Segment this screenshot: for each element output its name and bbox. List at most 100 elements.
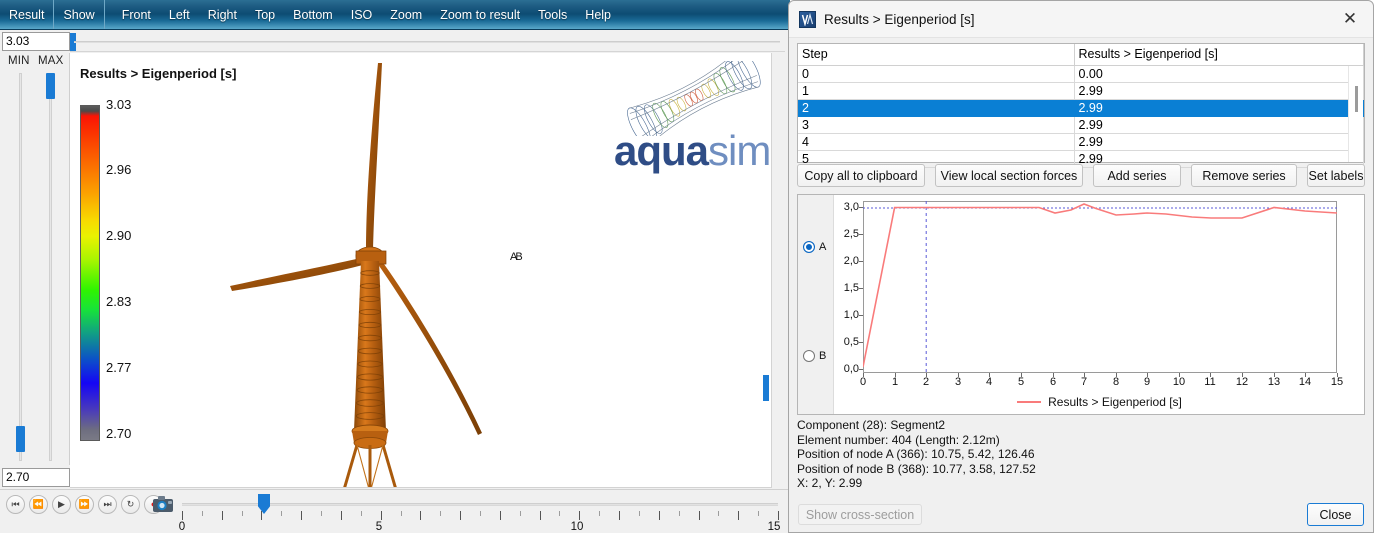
remove-series-button[interactable]: Remove series [1191,164,1297,187]
results-table-container[interactable]: Step Results > Eigenperiod [s] 0 0.00 1 … [797,43,1365,168]
timeline-tick-label-5: 5 [375,521,383,533]
timeline-tick [360,511,362,516]
info-element-number: Element number: 404 (Length: 2.12m) [797,432,1000,447]
menu-item-bottom[interactable]: Bottom [284,0,342,29]
step-forward-button[interactable]: ⏩ [75,495,94,514]
3d-viewport[interactable]: Results > Eigenperiod [s] 3.03 2.96 2.90… [70,53,772,488]
x-tick-label-8: 8 [1112,376,1120,388]
menu-item-show[interactable]: Show [54,0,105,29]
skip-to-start-button[interactable]: ⏮ [6,495,25,514]
menu-item-tools[interactable]: Tools [529,0,576,29]
add-series-button[interactable]: Add series [1093,164,1181,187]
play-button[interactable]: ▶ [52,495,71,514]
timeline-marker[interactable] [258,494,270,514]
table-scrollbar-thumb[interactable] [1355,86,1358,112]
close-button[interactable]: Close [1307,503,1364,526]
camera-icon [153,496,173,512]
menu-label: Zoom to result [440,7,521,22]
results-table: Step Results > Eigenperiod [s] 0 0.00 1 … [798,44,1364,168]
loop-button[interactable]: ↻ [121,495,140,514]
timeline-tick [599,511,601,516]
table-row-selected[interactable]: 2 2.99 [798,99,1364,117]
timeline-tick [658,511,660,520]
close-icon[interactable]: ✕ [1327,1,1373,37]
menu-item-iso[interactable]: ISO [342,0,382,29]
legend-label: Results > Eigenperiod [s] [1048,395,1182,409]
timeline-tick [440,511,442,516]
timeline-tick [678,511,680,516]
x-tick-label-1: 1 [891,376,899,388]
timeline-tick [400,511,402,516]
skip-to-end-icon: ⏭ [103,499,112,509]
menu-item-right[interactable]: Right [199,0,246,29]
table-row[interactable]: 3 2.99 [798,116,1364,134]
menu-bar: Result Show Front Left Right Top Bottom … [0,0,790,30]
eigenperiod-chart[interactable]: 3,0 2,5 2,0 1,5 1,0 0,5 0,0 0 1 2 3 4 5 … [834,195,1365,414]
menu-label: Left [168,7,190,22]
table-row[interactable]: 4 2.99 [798,133,1364,151]
table-row[interactable]: 1 2.99 [798,82,1364,100]
timeline-tick [261,511,263,520]
chart-series-layer [863,201,1337,373]
menu-item-front[interactable]: Front [113,0,160,29]
radio-node-a[interactable]: A [803,241,826,253]
colorbar-label-3: 2.83 [106,294,132,309]
colorbar-label-4: 2.77 [106,360,132,375]
viewport-vertical-scroll-thumb[interactable] [763,375,769,401]
step-back-button[interactable]: ⏪ [29,495,48,514]
cell-step: 2 [798,99,1075,117]
timeline-tick [698,511,700,520]
camera-snapshot-button[interactable] [152,494,174,514]
element-info-panel: Component (28): Segment2 Element number:… [797,418,1365,490]
copy-all-to-clipboard-button[interactable]: Copy all to clipboard [797,164,925,187]
min-slider-track[interactable] [19,73,22,461]
table-header-row: Step Results > Eigenperiod [s] [798,44,1364,66]
menu-label: Result [9,7,45,22]
timeline-tick [221,511,223,520]
timeline-slider[interactable]: 0 5 10 15 [179,490,780,533]
skip-to-end-button[interactable]: ⏭ [98,495,117,514]
menu-item-zoom-to-result[interactable]: Zoom to result [431,0,529,29]
menu-label: ISO [350,7,373,22]
cell-value: 2.99 [1074,82,1364,100]
timeline-tick [499,511,501,520]
menu-item-zoom[interactable]: Zoom [381,0,431,29]
menu-item-top[interactable]: Top [246,0,284,29]
table-row[interactable]: 0 0.00 [798,65,1364,83]
cell-value: 0.00 [1074,65,1364,83]
timeline-tick [281,511,283,516]
show-cross-section-button[interactable]: Show cross-section [798,504,922,525]
view-local-section-forces-button[interactable]: View local section forces [935,164,1083,187]
timeline-tick [380,511,382,520]
column-header-value[interactable]: Results > Eigenperiod [s] [1074,44,1364,66]
max-slider-track[interactable] [49,73,52,461]
step-forward-icon: ⏩ [78,499,91,509]
set-labels-button[interactable]: Set labels [1307,164,1365,187]
viewport-scroll-track[interactable] [74,41,780,43]
scale-slider-panel: MIN MAX [0,53,70,465]
turbine-model[interactable]: AB [220,53,640,487]
step-back-icon: ⏪ [32,499,45,509]
timeline-tick [321,511,323,516]
timeline-track[interactable] [182,503,778,506]
application-window: Result Show Front Left Right Top Bottom … [0,0,1374,533]
max-value-input[interactable]: 3.03 [2,32,70,51]
timeline-tick [718,511,720,516]
timeline-tick [340,511,342,520]
x-tick-label-15: 15 [1330,376,1344,388]
menu-label: Show [63,7,95,22]
menu-item-help[interactable]: Help [576,0,620,29]
min-value-input[interactable]: 2.70 [2,468,70,487]
cell-value: 2.99 [1074,99,1364,117]
radio-node-b[interactable]: B [803,350,826,362]
max-slider-thumb[interactable] [46,73,55,99]
column-header-step[interactable]: Step [798,44,1075,66]
menu-item-result[interactable]: Result [0,0,55,29]
min-slider-thumb[interactable] [16,426,25,452]
x-tick-label-9: 9 [1143,376,1151,388]
y-tick-label-0_5: 0,5 [843,336,859,348]
table-scrollbar[interactable] [1348,66,1363,162]
play-icon: ▶ [58,499,65,509]
app-logo-icon [801,12,814,26]
menu-item-left[interactable]: Left [160,0,199,29]
